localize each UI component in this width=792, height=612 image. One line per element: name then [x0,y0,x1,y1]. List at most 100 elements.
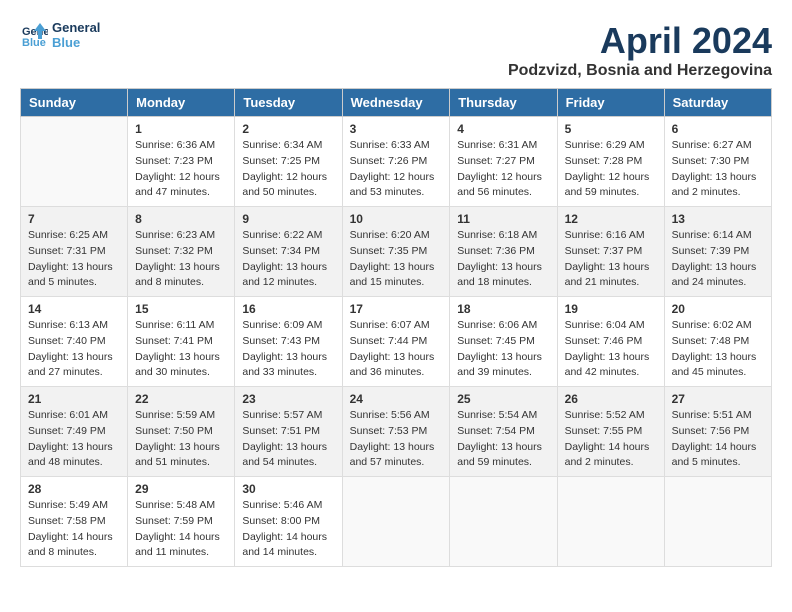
day-info: Sunrise: 6:11 AM Sunset: 7:41 PM Dayligh… [135,318,227,381]
calendar-week-row: 7 Sunrise: 6:25 AM Sunset: 7:31 PM Daylig… [21,207,772,297]
calendar-day-cell: 27 Sunrise: 5:51 AM Sunset: 7:56 PM Dayli… [664,387,771,477]
day-info: Sunrise: 6:33 AM Sunset: 7:26 PM Dayligh… [350,138,443,201]
calendar-day-cell [342,477,450,567]
day-info: Sunrise: 6:16 AM Sunset: 7:37 PM Dayligh… [565,228,657,291]
day-number: 11 [457,212,549,226]
location-title: Podzvizd, Bosnia and Herzegovina [508,62,772,80]
day-info: Sunrise: 6:01 AM Sunset: 7:49 PM Dayligh… [28,408,120,471]
calendar-day-cell: 12 Sunrise: 6:16 AM Sunset: 7:37 PM Dayli… [557,207,664,297]
calendar-day-cell [450,477,557,567]
calendar-day-cell: 28 Sunrise: 5:49 AM Sunset: 7:58 PM Dayli… [21,477,128,567]
calendar-day-cell: 20 Sunrise: 6:02 AM Sunset: 7:48 PM Dayli… [664,297,771,387]
day-number: 23 [242,392,334,406]
day-number: 9 [242,212,334,226]
day-info: Sunrise: 5:46 AM Sunset: 8:00 PM Dayligh… [242,498,334,561]
calendar-day-cell [21,117,128,207]
day-info: Sunrise: 6:13 AM Sunset: 7:40 PM Dayligh… [28,318,120,381]
day-number: 1 [135,122,227,136]
day-info: Sunrise: 6:29 AM Sunset: 7:28 PM Dayligh… [565,138,657,201]
weekday-header: Sunday [21,89,128,117]
day-number: 27 [672,392,764,406]
weekday-header: Saturday [664,89,771,117]
logo-icon: General Blue [20,21,48,49]
calendar-day-cell: 7 Sunrise: 6:25 AM Sunset: 7:31 PM Daylig… [21,207,128,297]
day-info: Sunrise: 5:57 AM Sunset: 7:51 PM Dayligh… [242,408,334,471]
day-info: Sunrise: 6:07 AM Sunset: 7:44 PM Dayligh… [350,318,443,381]
day-number: 8 [135,212,227,226]
calendar-day-cell [664,477,771,567]
calendar-day-cell: 22Sunrise: 5:59 AM Sunset: 7:50 PM Dayli… [128,387,235,477]
day-number: 18 [457,302,549,316]
calendar-day-cell: 14 Sunrise: 6:13 AM Sunset: 7:40 PM Dayli… [21,297,128,387]
day-number: 25 [457,392,549,406]
day-number: 26 [565,392,657,406]
logo-line2: Blue [52,35,100,50]
day-number: 15 [135,302,227,316]
calendar-header-row: SundayMondayTuesdayWednesdayThursdayFrid… [21,89,772,117]
calendar-day-cell: 15 Sunrise: 6:11 AM Sunset: 7:41 PM Dayli… [128,297,235,387]
calendar-day-cell: 10Sunrise: 6:20 AM Sunset: 7:35 PM Dayli… [342,207,450,297]
day-number: 29 [135,482,227,496]
day-info: Sunrise: 5:52 AM Sunset: 7:55 PM Dayligh… [565,408,657,471]
calendar-week-row: 1 Sunrise: 6:36 AM Sunset: 7:23 PM Daylig… [21,117,772,207]
calendar-day-cell [557,477,664,567]
day-info: Sunrise: 5:51 AM Sunset: 7:56 PM Dayligh… [672,408,764,471]
day-info: Sunrise: 6:04 AM Sunset: 7:46 PM Dayligh… [565,318,657,381]
day-info: Sunrise: 6:31 AM Sunset: 7:27 PM Dayligh… [457,138,549,201]
day-info: Sunrise: 6:18 AM Sunset: 7:36 PM Dayligh… [457,228,549,291]
logo-line1: General [52,20,100,35]
day-info: Sunrise: 5:56 AM Sunset: 7:53 PM Dayligh… [350,408,443,471]
calendar-day-cell: 25 Sunrise: 5:54 AM Sunset: 7:54 PM Dayli… [450,387,557,477]
page-header: General Blue General Blue April 2024 Pod… [20,20,772,80]
logo: General Blue General Blue [20,20,100,50]
day-info: Sunrise: 5:48 AM Sunset: 7:59 PM Dayligh… [135,498,227,561]
calendar-day-cell: 30 Sunrise: 5:46 AM Sunset: 8:00 PM Dayli… [235,477,342,567]
weekday-header: Friday [557,89,664,117]
day-number: 28 [28,482,120,496]
calendar-week-row: 28 Sunrise: 5:49 AM Sunset: 7:58 PM Dayli… [21,477,772,567]
calendar-day-cell: 17 Sunrise: 6:07 AM Sunset: 7:44 PM Dayli… [342,297,450,387]
day-info: Sunrise: 6:34 AM Sunset: 7:25 PM Dayligh… [242,138,334,201]
day-number: 2 [242,122,334,136]
calendar-day-cell: 9 Sunrise: 6:22 AM Sunset: 7:34 PM Daylig… [235,207,342,297]
calendar-table: SundayMondayTuesdayWednesdayThursdayFrid… [20,88,772,567]
day-info: Sunrise: 6:22 AM Sunset: 7:34 PM Dayligh… [242,228,334,291]
day-info: Sunrise: 6:14 AM Sunset: 7:39 PM Dayligh… [672,228,764,291]
day-number: 4 [457,122,549,136]
calendar-day-cell: 21Sunrise: 6:01 AM Sunset: 7:49 PM Dayli… [21,387,128,477]
weekday-header: Tuesday [235,89,342,117]
day-info: Sunrise: 5:59 AM Sunset: 7:50 PM Dayligh… [135,408,227,471]
calendar-day-cell: 1 Sunrise: 6:36 AM Sunset: 7:23 PM Daylig… [128,117,235,207]
day-info: Sunrise: 6:20 AM Sunset: 7:35 PM Dayligh… [350,228,443,291]
day-info: Sunrise: 6:09 AM Sunset: 7:43 PM Dayligh… [242,318,334,381]
weekday-header: Thursday [450,89,557,117]
day-number: 17 [350,302,443,316]
day-number: 7 [28,212,120,226]
calendar-day-cell: 13Sunrise: 6:14 AM Sunset: 7:39 PM Dayli… [664,207,771,297]
day-info: Sunrise: 6:36 AM Sunset: 7:23 PM Dayligh… [135,138,227,201]
calendar-day-cell: 11 Sunrise: 6:18 AM Sunset: 7:36 PM Dayli… [450,207,557,297]
day-number: 12 [565,212,657,226]
weekday-header: Wednesday [342,89,450,117]
day-number: 14 [28,302,120,316]
calendar-day-cell: 19 Sunrise: 6:04 AM Sunset: 7:46 PM Dayli… [557,297,664,387]
day-info: Sunrise: 6:02 AM Sunset: 7:48 PM Dayligh… [672,318,764,381]
day-number: 5 [565,122,657,136]
day-info: Sunrise: 5:54 AM Sunset: 7:54 PM Dayligh… [457,408,549,471]
calendar-day-cell: 16 Sunrise: 6:09 AM Sunset: 7:43 PM Dayli… [235,297,342,387]
day-info: Sunrise: 5:49 AM Sunset: 7:58 PM Dayligh… [28,498,120,561]
day-info: Sunrise: 6:27 AM Sunset: 7:30 PM Dayligh… [672,138,764,201]
calendar-day-cell: 23 Sunrise: 5:57 AM Sunset: 7:51 PM Dayli… [235,387,342,477]
day-number: 20 [672,302,764,316]
day-number: 3 [350,122,443,136]
day-number: 24 [350,392,443,406]
calendar-day-cell: 24 Sunrise: 5:56 AM Sunset: 7:53 PM Dayli… [342,387,450,477]
calendar-day-cell: 8 Sunrise: 6:23 AM Sunset: 7:32 PM Daylig… [128,207,235,297]
day-number: 19 [565,302,657,316]
calendar-week-row: 21Sunrise: 6:01 AM Sunset: 7:49 PM Dayli… [21,387,772,477]
day-info: Sunrise: 6:25 AM Sunset: 7:31 PM Dayligh… [28,228,120,291]
day-number: 16 [242,302,334,316]
calendar-day-cell: 3 Sunrise: 6:33 AM Sunset: 7:26 PM Daylig… [342,117,450,207]
day-info: Sunrise: 6:23 AM Sunset: 7:32 PM Dayligh… [135,228,227,291]
day-number: 30 [242,482,334,496]
